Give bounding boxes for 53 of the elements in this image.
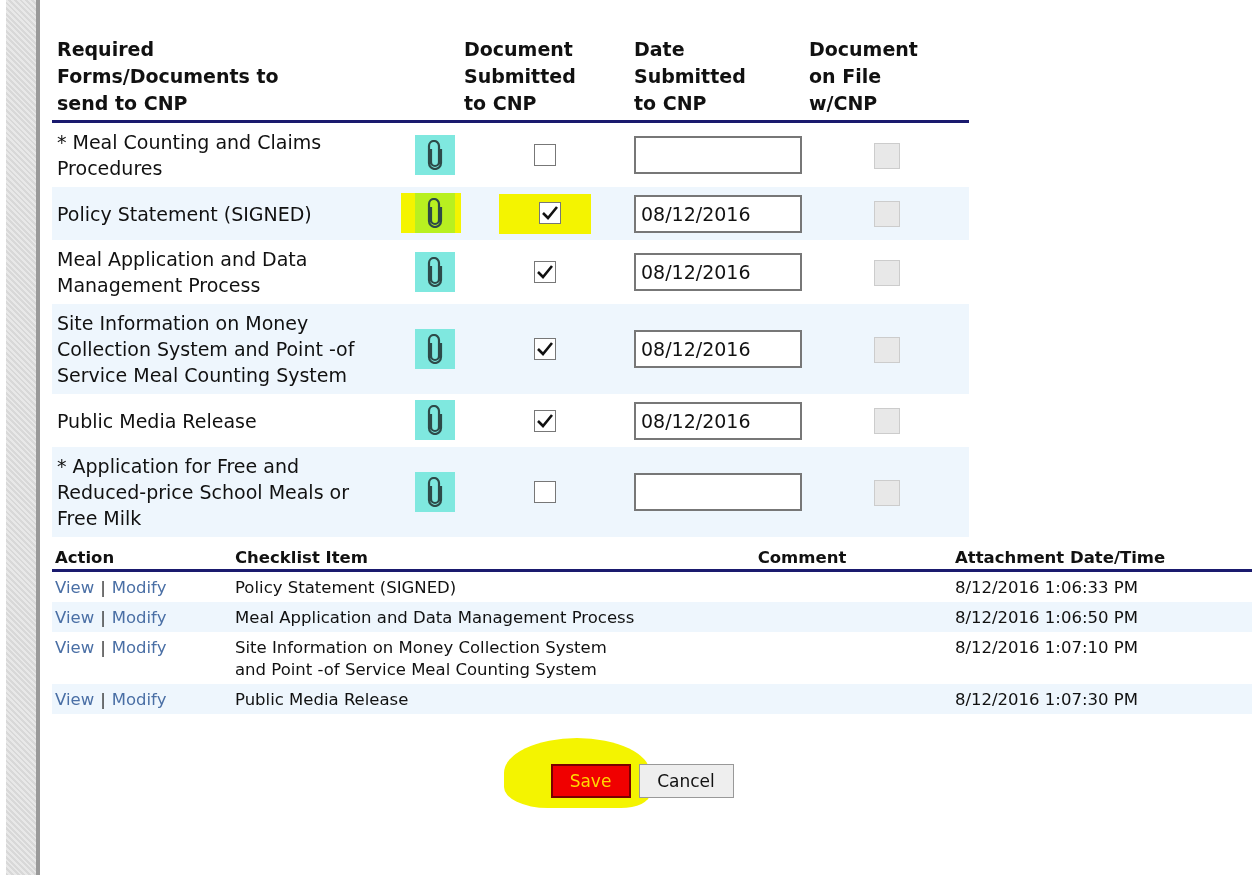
checkbox[interactable] bbox=[538, 201, 561, 224]
checkbox[interactable] bbox=[533, 409, 556, 432]
checklist-item: Public Media Release bbox=[235, 689, 409, 711]
paperclip-icon[interactable] bbox=[414, 328, 455, 369]
column-header: Checklist Item bbox=[235, 548, 368, 567]
column-header: Document Submitted to CNP bbox=[464, 37, 577, 116]
view-link[interactable]: View bbox=[55, 608, 95, 627]
column-header: Date Submitted to CNP bbox=[634, 37, 747, 116]
document-name: * Meal Counting and Claims Procedures bbox=[57, 130, 323, 181]
checklist-item: Meal Application and Data Management Process bbox=[235, 607, 635, 629]
document-name: * Application for Free and Reduced-price School Meals or Free Milk bbox=[57, 454, 350, 531]
modify-link[interactable]: Modify bbox=[111, 638, 167, 657]
separator: | bbox=[100, 608, 106, 627]
checklist-item: Site Information on Money Collection System and Point -of Service Meal Counting System bbox=[235, 637, 608, 681]
column-header: Action bbox=[55, 548, 115, 567]
document-name: Policy Statement (SIGNED) bbox=[57, 201, 312, 227]
checkbox[interactable] bbox=[533, 481, 556, 503]
column-header: Attachment Date/Time bbox=[955, 548, 1166, 567]
attachment-datetime: 8/12/2016 1:07:30 PM bbox=[955, 690, 1138, 709]
date-field[interactable]: 08/12/2016 bbox=[634, 194, 802, 233]
date-field[interactable]: 08/12/2016 bbox=[634, 401, 802, 440]
document-name: Site Information on Money Collection System and Point -of Service Meal Counting System bbox=[57, 311, 356, 388]
attachment-datetime: 8/12/2016 1:07:10 PM bbox=[955, 638, 1138, 657]
paperclip-icon[interactable] bbox=[414, 134, 455, 175]
separator: | bbox=[100, 690, 106, 709]
paperclip-icon[interactable] bbox=[414, 251, 455, 292]
document-name: Meal Application and Data Management Process bbox=[57, 247, 309, 298]
attachment-datetime: 8/12/2016 1:06:33 PM bbox=[955, 578, 1138, 597]
paperclip-icon[interactable] bbox=[414, 471, 455, 512]
date-field[interactable] bbox=[634, 473, 802, 511]
view-link[interactable]: View bbox=[55, 690, 95, 709]
document-name: Public Media Release bbox=[57, 408, 257, 434]
checklist-item: Policy Statement (SIGNED) bbox=[235, 577, 457, 599]
separator: | bbox=[100, 578, 106, 597]
column-header: Document on File w/CNP bbox=[809, 37, 919, 116]
modify-link[interactable]: Modify bbox=[111, 608, 167, 627]
view-link[interactable]: View bbox=[55, 578, 95, 597]
date-field[interactable]: 08/12/2016 bbox=[634, 253, 802, 291]
column-header: Comment bbox=[757, 548, 847, 567]
checkbox[interactable] bbox=[533, 144, 556, 166]
paperclip-icon[interactable] bbox=[414, 400, 455, 440]
date-field[interactable] bbox=[634, 136, 802, 174]
modify-link[interactable]: Modify bbox=[111, 578, 167, 597]
attachment-datetime: 8/12/2016 1:06:50 PM bbox=[955, 608, 1138, 627]
checkbox[interactable] bbox=[533, 261, 556, 283]
cancel-button[interactable]: Cancel bbox=[638, 764, 734, 798]
date-field[interactable]: 08/12/2016 bbox=[634, 330, 802, 368]
separator: | bbox=[100, 638, 106, 657]
column-header: Required Forms/Documents to send to CNP bbox=[57, 37, 280, 116]
checkbox[interactable] bbox=[533, 338, 556, 360]
view-link[interactable]: View bbox=[55, 638, 95, 657]
modify-link[interactable]: Modify bbox=[111, 690, 167, 709]
save-button[interactable]: Save bbox=[550, 764, 631, 798]
